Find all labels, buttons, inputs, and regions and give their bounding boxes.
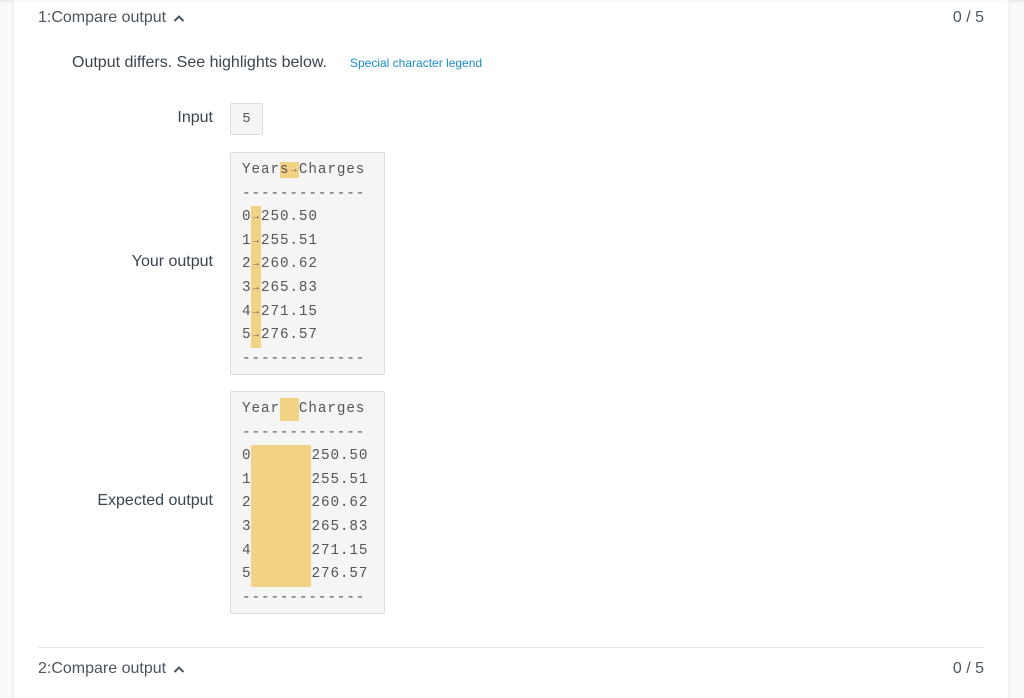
row-year: 1: [242, 471, 252, 488]
expected-output-row: 0 250.50: [242, 445, 384, 469]
your-output-row: 2→260.62: [242, 253, 384, 277]
expected-output-row: 2 260.62: [242, 492, 384, 516]
section-1-title: 1:Compare output: [38, 9, 167, 26]
expected-output-box: Year Charges ------------- 0 250.50 1 255.5…: [230, 391, 385, 614]
your-output-row: 4→271.15: [242, 300, 384, 325]
row-value: 250.50: [260, 209, 318, 226]
diff-highlight: [251, 563, 312, 587]
section-divider: [38, 647, 984, 648]
special-character-legend-link[interactable]: Special character legend: [350, 56, 482, 70]
row-value: 260.62: [311, 495, 369, 512]
row-year: 5: [242, 327, 252, 344]
row-value: 255.51: [260, 232, 318, 249]
expected-output-footer: -------------: [242, 589, 366, 606]
section-2-score: 0 / 5: [952, 660, 984, 677]
your-output-footer: -------------: [242, 350, 366, 367]
diff-highlight: [251, 515, 312, 540]
expected-output-row: 5 276.57: [242, 563, 384, 587]
row-value: 271.15: [260, 303, 318, 320]
header-extra-s: s: [279, 162, 290, 178]
row-value: 276.57: [260, 327, 318, 344]
tab-arrow-icon: →: [251, 324, 261, 348]
row-year: 4: [242, 303, 252, 320]
chevron-up-icon[interactable]: [173, 664, 185, 674]
status-message: Output differs. See highlights below.: [72, 54, 327, 71]
header-year-text: Year: [242, 401, 280, 417]
input-label: Input: [177, 109, 213, 126]
row-value: 250.50: [311, 448, 369, 465]
test-results-card: [12, 0, 1010, 698]
row-year: 4: [242, 542, 252, 559]
diff-highlight: [251, 539, 312, 564]
row-year: 2: [242, 495, 252, 512]
tab-arrow-icon: →: [251, 300, 261, 325]
your-output-box: Years→Charges ------------- 0→250.50 1→2…: [230, 152, 385, 375]
row-year: 0: [242, 448, 252, 465]
your-output-label: Your output: [131, 253, 213, 270]
row-value: 260.62: [260, 256, 318, 273]
header-charges-text: Charges: [298, 401, 366, 417]
diff-highlight: [251, 468, 312, 493]
row-year: 5: [242, 566, 252, 583]
row-year: 1: [242, 232, 252, 249]
section-2-header: 2:Compare output 0 / 5: [38, 657, 984, 681]
row-year: 2: [242, 256, 252, 273]
section-1-header: 1:Compare output 0 / 5: [38, 6, 984, 30]
expected-output-row: 4 271.15: [242, 539, 384, 564]
section-2-toggle[interactable]: 2:Compare output: [38, 660, 185, 678]
tab-arrow-icon: →: [251, 206, 261, 230]
your-output-row: 3→265.83: [242, 276, 384, 301]
your-output-row: 5→276.57: [242, 324, 384, 348]
your-output-row: 1→255.51: [242, 229, 384, 254]
row-value: 265.83: [260, 279, 318, 296]
row-year: 3: [242, 279, 252, 296]
header-year-text: Year: [242, 162, 280, 178]
tab-arrow-icon: →: [251, 229, 261, 254]
row-value: 265.83: [311, 518, 369, 535]
tab-arrow-icon: →: [290, 165, 298, 176]
section-1-toggle[interactable]: 1:Compare output: [38, 9, 185, 27]
tab-arrow-icon: →: [251, 276, 261, 301]
chevron-up-icon[interactable]: [173, 13, 185, 23]
header-charges-text: Charges: [298, 162, 366, 178]
expected-output-row: 1 255.51: [242, 468, 384, 493]
your-output-header: Years→Charges: [242, 159, 384, 183]
row-value: 271.15: [311, 542, 369, 559]
your-output-separator: -------------: [242, 185, 366, 202]
expected-output-row: 3 265.83: [242, 515, 384, 540]
row-value: 255.51: [311, 471, 369, 488]
row-value: 276.57: [311, 566, 369, 583]
section-1-score: 0 / 5: [952, 9, 984, 26]
input-value: 5: [230, 103, 263, 135]
row-year: 3: [242, 518, 252, 535]
your-output-row: 0→250.50: [242, 206, 384, 230]
expected-output-header: Year Charges: [242, 398, 384, 422]
expected-output-separator: -------------: [242, 424, 366, 441]
status-row: Output differs. See highlights below. Sp…: [72, 54, 482, 72]
diff-highlight: [251, 492, 312, 516]
diff-highlight: [251, 445, 312, 469]
diff-highlight: [279, 398, 299, 421]
section-2-title: 2:Compare output: [38, 660, 167, 677]
tab-arrow-icon: →: [251, 253, 261, 277]
row-year: 0: [242, 209, 252, 226]
diff-highlight: s→: [279, 162, 299, 178]
expected-output-label: Expected output: [97, 492, 213, 509]
